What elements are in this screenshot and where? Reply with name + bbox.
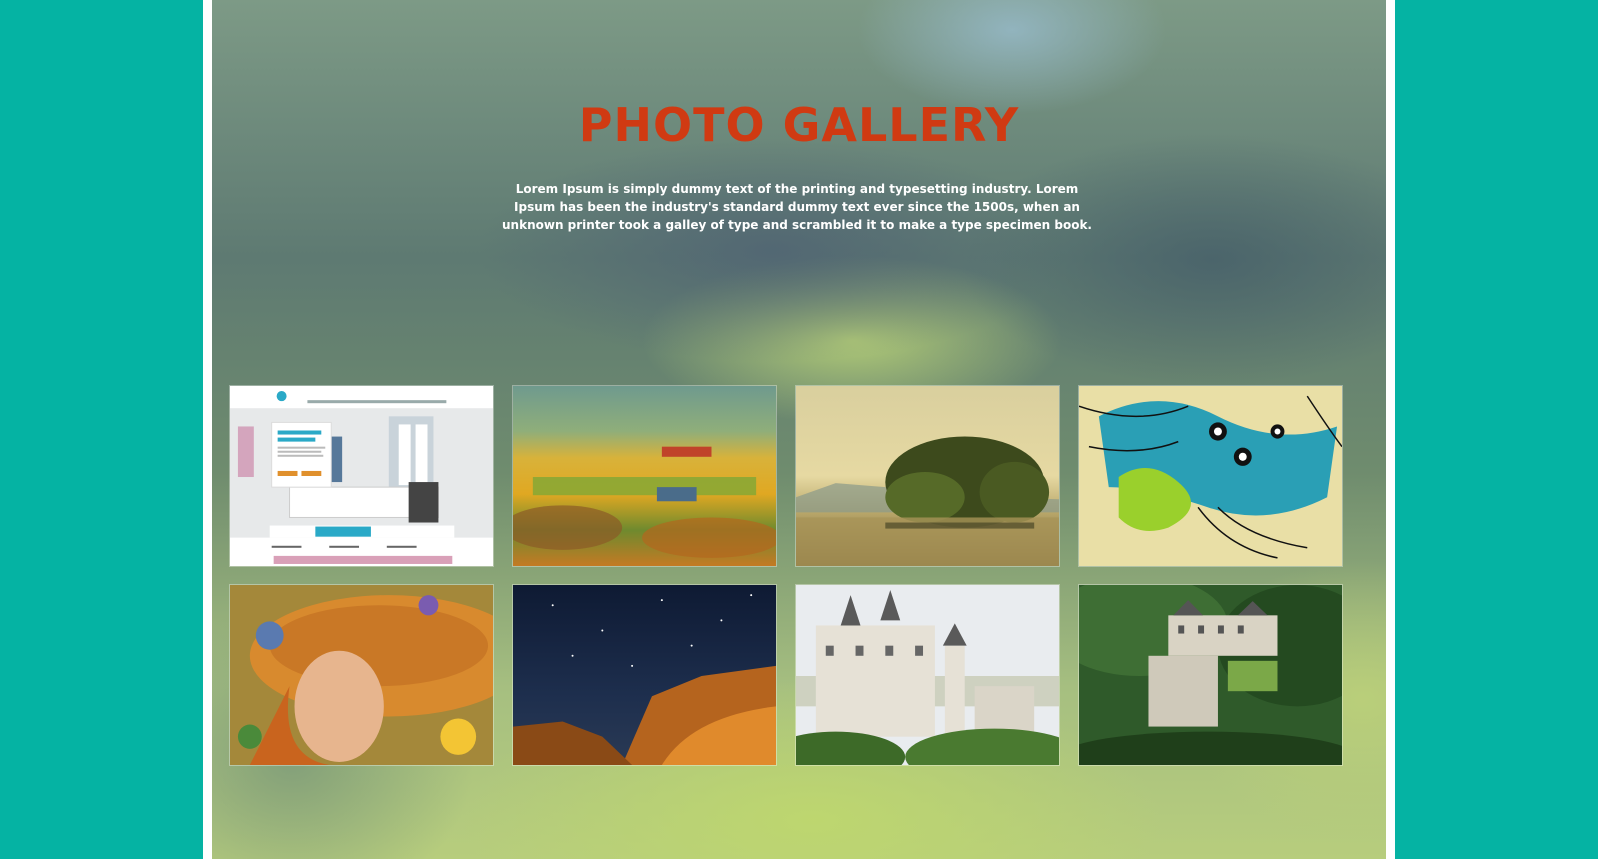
photo-thumbnail-trees-painting[interactable] [795,385,1060,567]
photo-thumbnail-harvest-painting[interactable] [512,385,777,567]
website-screenshot-image [230,386,493,566]
abstract-art-image [1079,386,1342,566]
photo-thumbnail-abstract-art[interactable] [1078,385,1343,567]
castle-image [796,585,1059,765]
photo-grid [229,385,1343,766]
photo-thumbnail-castle[interactable] [795,584,1060,766]
photo-thumbnail-hill-castle[interactable] [1078,584,1343,766]
page-frame: PHOTO GALLERY Lorem Ipsum is simply dumm… [203,0,1395,859]
night-canyon-image [513,585,776,765]
woman-painting-image [230,585,493,765]
page-title: PHOTO GALLERY [578,98,1020,152]
trees-painting-image [796,386,1059,566]
harvest-painting-image [513,386,776,566]
hill-castle-image [1079,585,1342,765]
photo-thumbnail-night-canyon[interactable] [512,584,777,766]
photo-thumbnail-woman-painting[interactable] [229,584,494,766]
gallery-section: PHOTO GALLERY Lorem Ipsum is simply dumm… [212,0,1386,859]
photo-thumbnail-website[interactable] [229,385,494,567]
gallery-description: Lorem Ipsum is simply dummy text of the … [502,182,1092,232]
